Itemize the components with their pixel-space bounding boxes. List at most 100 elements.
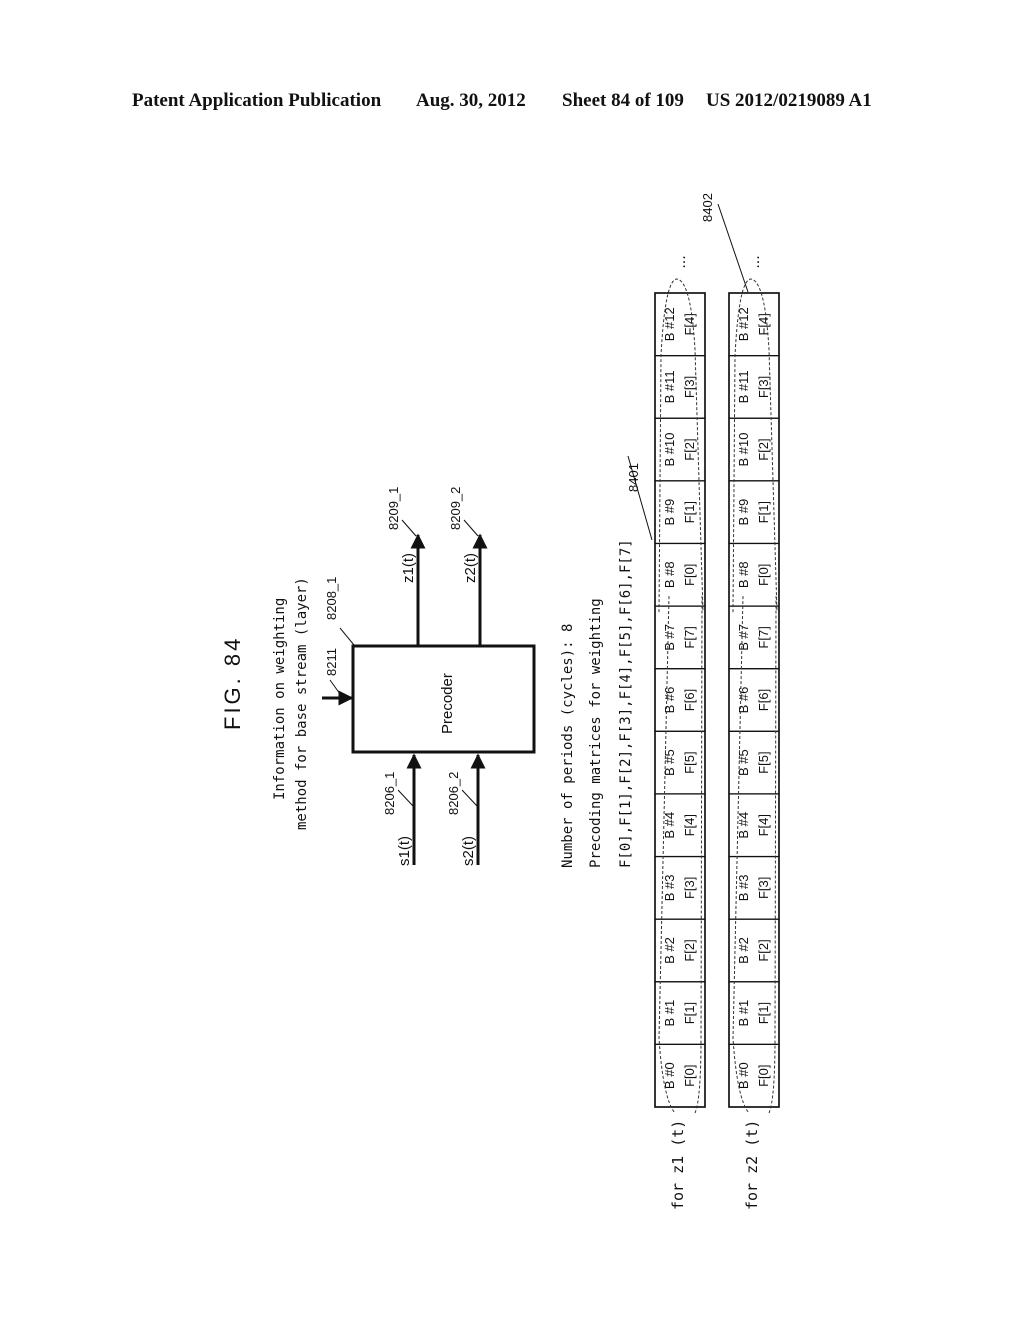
slot-symbol-label: B #1 — [736, 1000, 751, 1027]
slot-matrix-label: F[3] — [682, 376, 697, 398]
strip-row-label: for z2 (t) — [743, 1120, 761, 1210]
slot-matrix-label: F[4] — [756, 814, 771, 836]
slot-cell: B #8 F[0] — [654, 542, 706, 607]
figure-84-drawing: FIG. 84 Information on weighting method … — [220, 193, 780, 1210]
slot-symbol-label: B #12 — [736, 307, 751, 341]
ref-8402: 8402 — [700, 193, 715, 222]
ref-8206-1-leader — [397, 789, 414, 807]
slot-symbol-label: B #2 — [736, 937, 751, 964]
ref-8209-1: 8209_1 — [386, 487, 401, 530]
ref-8209-2: 8209_2 — [448, 487, 463, 530]
slot-matrix-label: F[3] — [682, 877, 697, 899]
ref-8208-1: 8208_1 — [324, 577, 339, 620]
ref-8206-1: 8206_1 — [382, 772, 397, 815]
note-matrices-heading: Precoding matrices for weighting — [588, 598, 604, 868]
slot-matrix-label: F[0] — [682, 564, 697, 586]
period-group-outline — [732, 596, 777, 1114]
period-group-outline — [658, 596, 703, 1114]
slot-matrix-label: F[4] — [682, 814, 697, 836]
slot-cell: B #6 F[6] — [728, 668, 780, 732]
weighting-info-line2: method for base stream (layer) — [294, 577, 310, 830]
slot-cell: B #12 F[4] — [654, 292, 706, 357]
slot-matrix-label: F[6] — [756, 689, 771, 711]
s1-label: s1(t) — [396, 836, 413, 866]
slot-symbol-label: B #5 — [736, 749, 751, 776]
slot-symbol-label: B #9 — [662, 499, 677, 526]
slot-symbol-label: B #3 — [662, 874, 677, 901]
slot-matrix-label: F[7] — [682, 626, 697, 648]
slot-symbol-label: B #4 — [662, 812, 677, 839]
strip-continuation-ellipsis: ... — [746, 255, 763, 268]
slot-symbol-label: B #0 — [736, 1062, 751, 1089]
slot-cell: B #1 F[1] — [654, 981, 706, 1045]
slot-symbol-label: B #6 — [736, 687, 751, 714]
precoder-label: Precoder — [439, 673, 456, 734]
slot-matrix-label: F[3] — [756, 877, 771, 899]
z2-label: z2(t) — [462, 553, 479, 583]
ref-8211: 8211 — [324, 648, 339, 676]
slot-matrix-label: F[4] — [756, 313, 771, 335]
slot-symbol-label: B #11 — [736, 370, 751, 403]
slot-matrix-label: F[2] — [682, 438, 697, 460]
slot-matrix-label: F[1] — [756, 501, 771, 523]
slot-symbol-label: B #10 — [662, 433, 677, 467]
slot-symbol-label: B #11 — [662, 370, 677, 403]
slot-matrix-label: F[3] — [756, 376, 771, 398]
figure-title: FIG. 84 — [220, 636, 245, 730]
slot-matrix-label: F[5] — [682, 751, 697, 773]
slot-cell: B #6 F[6] — [654, 668, 706, 732]
slot-cell: B #9 F[1] — [728, 480, 780, 545]
strip-row-1: B #0 F[0] B #1 F[1] B #2 F[2] B #3 F[3] B #4 F[4]… — [654, 255, 706, 1210]
slot-cell: B #12 F[4] — [728, 292, 780, 357]
slot-symbol-label: B #10 — [736, 433, 751, 467]
slot-cell: B #4 F[4] — [654, 793, 706, 858]
note-periods: Number of periods (cycles): 8 — [560, 624, 576, 868]
slot-matrix-label: F[0] — [682, 1064, 697, 1086]
slot-matrix-label: F[0] — [756, 564, 771, 586]
slot-symbol-label: B #6 — [662, 687, 677, 714]
slot-strips: B #0 F[0] B #1 F[1] B #2 F[2] B #3 F[3] B #4 F[4]… — [654, 255, 780, 1210]
slot-symbol-label: B #0 — [662, 1062, 677, 1089]
slot-cell: B #7 F[7] — [654, 605, 706, 670]
slot-cell: B #11 F[3] — [728, 355, 780, 419]
slot-symbol-label: B #8 — [662, 561, 677, 588]
ref-8209-1-leader — [401, 519, 417, 537]
slot-matrix-label: F[2] — [756, 438, 771, 460]
ref-8206-2: 8206_2 — [446, 772, 461, 815]
slot-cell: B #0 F[0] — [728, 1043, 780, 1108]
strip-row-2: B #0 F[0] B #1 F[1] B #2 F[2] B #3 F[3] B #4 F[4]… — [728, 255, 780, 1210]
slot-matrix-label: F[7] — [756, 626, 771, 648]
ref-8208-leader — [339, 627, 355, 646]
ref-8209-2-leader — [463, 519, 479, 537]
slot-matrix-label: F[1] — [682, 1002, 697, 1024]
ref-8206-2-leader — [461, 789, 478, 807]
slot-matrix-label: F[5] — [756, 751, 771, 773]
slot-cell: B #7 F[7] — [728, 605, 780, 670]
s2-label: s2(t) — [460, 836, 477, 866]
ref-8211-leader — [329, 679, 341, 695]
slot-symbol-label: B #9 — [736, 499, 751, 526]
strip-row-label: for z1 (t) — [669, 1120, 687, 1210]
slot-symbol-label: B #2 — [662, 937, 677, 964]
ref-8401: 8401 — [626, 463, 641, 492]
slot-symbol-label: B #7 — [736, 624, 751, 651]
slot-matrix-label: F[6] — [682, 689, 697, 711]
slot-cell: B #9 F[1] — [654, 480, 706, 545]
slot-matrix-label: F[1] — [682, 501, 697, 523]
slot-matrix-label: F[2] — [756, 939, 771, 961]
weighting-info-line1: Information on weighting — [272, 598, 288, 800]
z1-label: z1(t) — [400, 553, 417, 583]
slot-cell: B #5 F[5] — [728, 730, 780, 795]
slot-cell: B #2 F[2] — [654, 918, 706, 983]
slot-symbol-label: B #3 — [736, 874, 751, 901]
slot-symbol-label: B #4 — [736, 812, 751, 839]
slot-symbol-label: B #12 — [662, 307, 677, 341]
slot-symbol-label: B #1 — [662, 1000, 677, 1027]
slot-cell: B #0 F[0] — [654, 1043, 706, 1108]
ref-8402-leader — [717, 203, 749, 293]
slot-symbol-label: B #7 — [662, 624, 677, 651]
slot-matrix-label: F[1] — [756, 1002, 771, 1024]
slot-matrix-label: F[4] — [682, 313, 697, 335]
slot-cell: B #1 F[1] — [728, 981, 780, 1045]
slot-cell: B #11 F[3] — [654, 355, 706, 419]
